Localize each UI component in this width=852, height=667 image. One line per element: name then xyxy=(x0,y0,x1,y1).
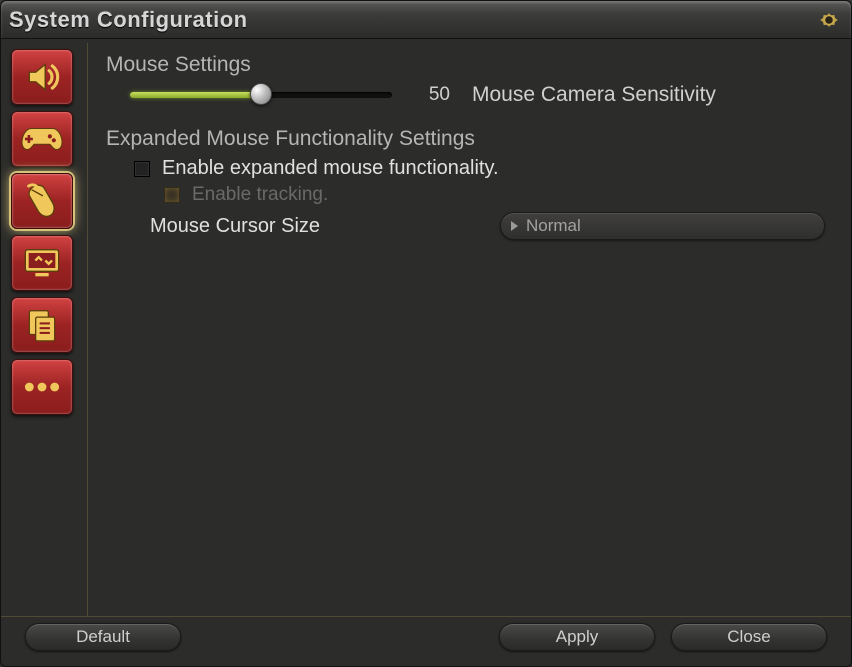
monitor-icon xyxy=(22,245,62,281)
cursor-size-dropdown[interactable]: Normal xyxy=(500,212,825,240)
cursor-size-value: Normal xyxy=(526,216,581,236)
speaker-icon xyxy=(23,58,61,96)
apply-button[interactable]: Apply xyxy=(499,623,655,651)
cursor-size-row: Mouse Cursor Size Normal xyxy=(106,212,825,240)
documents-icon xyxy=(23,306,61,344)
sidebar-tab-gamepad[interactable] xyxy=(11,111,73,167)
titlebar: System Configuration xyxy=(1,1,851,39)
sidebar-tab-mouse[interactable] xyxy=(11,173,73,229)
settings-panel: Mouse Settings 50 Mouse Camera Sensitivi… xyxy=(88,43,847,616)
checkbox-icon xyxy=(134,161,150,177)
sidebar-tab-display[interactable] xyxy=(11,235,73,291)
system-config-window: System Configuration xyxy=(0,0,852,667)
window-title: System Configuration xyxy=(9,7,248,33)
default-button[interactable]: Default xyxy=(25,623,181,651)
sidebar-tab-other[interactable] xyxy=(11,359,73,415)
sidebar-tab-sound[interactable] xyxy=(11,49,73,105)
settings-gear-icon[interactable] xyxy=(815,6,843,34)
sensitivity-row: 50 Mouse Camera Sensitivity xyxy=(106,83,825,107)
sidebar-tab-clipboard[interactable] xyxy=(11,297,73,353)
ellipsis-icon xyxy=(23,377,61,397)
sidebar xyxy=(5,43,83,616)
mouse-settings-heading: Mouse Settings xyxy=(106,53,825,77)
sensitivity-slider[interactable] xyxy=(130,85,392,105)
sensitivity-value: 50 xyxy=(410,84,450,106)
dropdown-arrow-icon xyxy=(511,221,518,231)
mouse-icon xyxy=(22,181,62,221)
close-button[interactable]: Close xyxy=(671,623,827,651)
footer: Default Apply Close xyxy=(1,616,851,666)
enable-tracking-checkbox-label: Enable tracking. xyxy=(192,184,328,206)
gamepad-icon xyxy=(21,122,63,156)
expanded-mouse-checkbox-row[interactable]: Enable expanded mouse functionality. xyxy=(106,157,825,180)
expanded-mouse-checkbox-label: Enable expanded mouse functionality. xyxy=(162,157,499,180)
enable-tracking-checkbox-row: Enable tracking. xyxy=(106,184,825,206)
window-body: Mouse Settings 50 Mouse Camera Sensitivi… xyxy=(1,39,851,616)
expanded-heading: Expanded Mouse Functionality Settings xyxy=(106,127,825,151)
checkbox-icon xyxy=(164,187,180,203)
cursor-size-label: Mouse Cursor Size xyxy=(150,215,500,238)
sensitivity-label: Mouse Camera Sensitivity xyxy=(472,83,716,107)
